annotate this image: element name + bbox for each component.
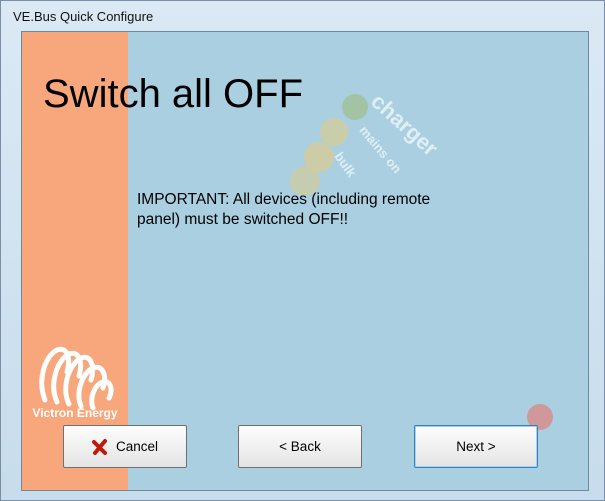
watermark-led-green — [342, 94, 368, 120]
wizard-panel: charger mains on bulk Switch all OFF IMP… — [21, 31, 589, 491]
cancel-button[interactable]: Cancel — [63, 425, 187, 468]
page-title: Switch all OFF — [43, 72, 304, 116]
next-button[interactable]: Next > — [414, 425, 538, 468]
next-label: Next > — [456, 439, 496, 454]
watermark-led-yellow-1 — [320, 118, 348, 146]
brand-name: Victron Energy — [32, 406, 118, 420]
cancel-x-icon — [91, 438, 107, 455]
back-button[interactable]: < Back — [238, 425, 362, 468]
cancel-label: Cancel — [115, 439, 159, 454]
watermark-bulk-text: bulk — [331, 149, 360, 180]
important-message: IMPORTANT: All devices (including remote… — [137, 191, 431, 228]
title-bar: VE.Bus Quick Configure — [1, 1, 604, 31]
back-label: < Back — [279, 439, 321, 454]
window-title: VE.Bus Quick Configure — [13, 9, 154, 24]
wizard-window: VE.Bus Quick Configure charger mains on … — [0, 0, 605, 501]
